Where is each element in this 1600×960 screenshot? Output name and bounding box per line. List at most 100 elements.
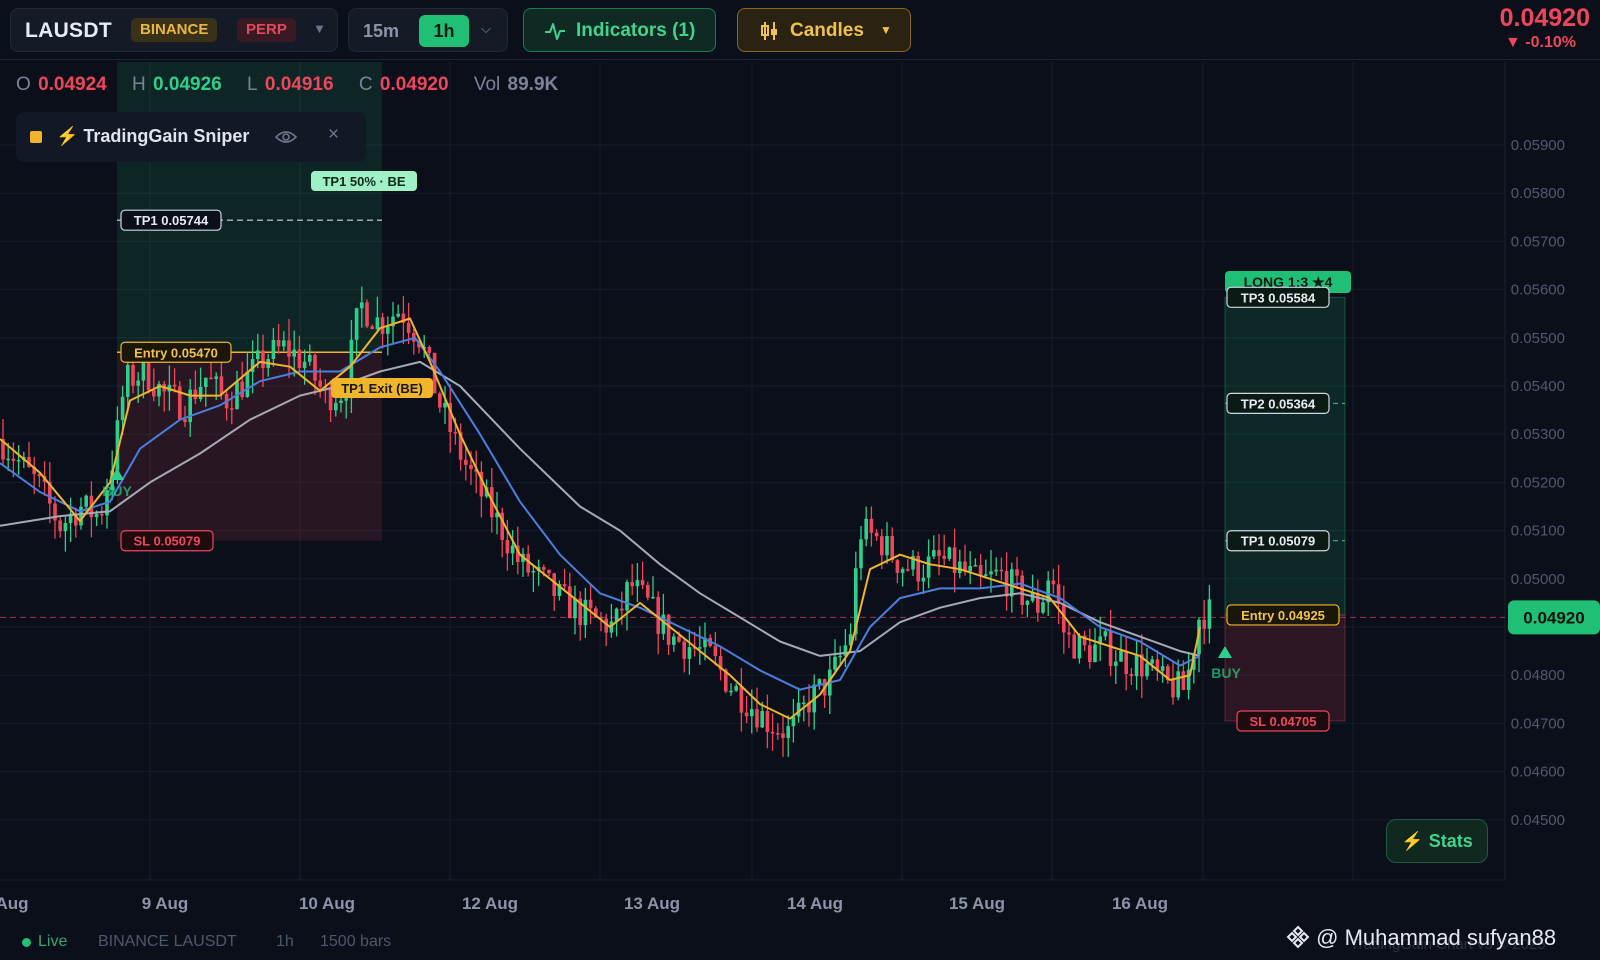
stats-button[interactable]: ⚡ Stats (1386, 819, 1488, 863)
candle-body (198, 386, 203, 400)
watermark: @ Muhammad sufyan88 (1286, 925, 1556, 951)
candle-body (583, 599, 588, 626)
candle-body (1176, 671, 1180, 698)
trade2-tp1-label-text: TP1 0.05079 (1241, 534, 1315, 549)
candle-body (63, 522, 68, 532)
candle-body (906, 569, 910, 571)
candle-body (282, 340, 286, 347)
trade1-entry-label-text: Entry 0.05470 (134, 345, 218, 360)
candle-body (999, 569, 1004, 572)
candle-body (744, 712, 749, 717)
open-value: 0.04924 (38, 74, 107, 95)
candle-body (1015, 569, 1019, 576)
candle-body (568, 586, 572, 619)
time-axis-tick: 16 Aug (1112, 894, 1168, 913)
candle-body (464, 459, 468, 465)
candle-body (1181, 671, 1186, 690)
candle-body (1171, 680, 1175, 698)
live-status-dot (22, 938, 31, 947)
candle-body (542, 566, 546, 570)
candle-body (1202, 619, 1206, 629)
candle-body (635, 580, 640, 587)
close-icon[interactable]: × (328, 124, 339, 146)
price-axis-tick: 0.05700 (1511, 233, 1565, 250)
candle-body (297, 349, 302, 368)
current-price-tag: 0.04920 (1508, 600, 1600, 635)
price-axis-tick: 0.04500 (1511, 812, 1565, 829)
trade2-tp2-label: TP2 0.05364 (1226, 392, 1330, 414)
candle-body (302, 361, 307, 368)
price-axis-tick: 0.05300 (1511, 426, 1565, 443)
candle-body (838, 655, 842, 658)
indicator-legend: ⚡ TradingGain Sniper × (16, 112, 366, 162)
candle-body (984, 574, 988, 576)
candle-body (334, 403, 338, 411)
candle-body (687, 647, 692, 659)
candle-body (443, 403, 447, 408)
candle-body (937, 550, 941, 556)
price-axis-tick: 0.05200 (1511, 474, 1565, 491)
candle-body (318, 380, 322, 387)
candle-body (339, 400, 343, 404)
time-axis-tick: 9 Aug (142, 894, 189, 913)
price-axis-tick: 0.05800 (1511, 185, 1565, 202)
candle-body (698, 647, 702, 649)
candle-body (802, 702, 806, 705)
candle-body (932, 550, 936, 557)
candle-body (978, 565, 983, 576)
candle-body (292, 349, 296, 357)
candle-body (146, 359, 151, 391)
candle-body (58, 520, 62, 532)
indicator-name: ⚡ TradingGain Sniper (56, 126, 250, 146)
candle-body (193, 389, 198, 400)
candle-body (245, 371, 250, 398)
candle-body (885, 536, 889, 556)
indicator-color-swatch (30, 131, 42, 143)
data-source: BINANCE LAUSDT (98, 933, 237, 950)
candle-body (6, 458, 10, 461)
candle-body (354, 308, 359, 340)
price-axis-tick: 0.04800 (1511, 667, 1565, 684)
candle-body (469, 464, 473, 470)
candle-body (271, 339, 276, 359)
price-axis-tick: 0.05900 (1511, 137, 1565, 154)
candle-body (308, 354, 312, 362)
candle-body (1041, 602, 1045, 613)
time-axis-tick: 15 Aug (949, 894, 1005, 913)
candle-body (895, 560, 900, 573)
candle-body (620, 608, 624, 611)
candle-body (531, 571, 536, 573)
trade1-sl-label: SL 0.05079 (120, 530, 214, 552)
candle-body (120, 396, 125, 421)
candle-body (11, 458, 16, 461)
current-price-tag-text: 0.04920 (1523, 608, 1584, 627)
candle-body (760, 711, 764, 728)
price-axis-tick: 0.05500 (1511, 330, 1565, 347)
candle-body (947, 547, 952, 559)
close-label: C (358, 74, 373, 95)
candle-body (750, 709, 754, 717)
candle-body (256, 350, 260, 360)
candle-body (427, 347, 432, 353)
eye-icon[interactable] (274, 129, 298, 150)
candle-body (209, 377, 213, 380)
candle-body (734, 686, 738, 691)
candle-body (874, 532, 879, 537)
candle-body (864, 518, 868, 540)
candle-body (989, 571, 993, 575)
candle-body (152, 390, 156, 397)
price-axis-tick: 0.05100 (1511, 523, 1565, 540)
candle-body (204, 377, 208, 387)
candle-body (625, 582, 629, 611)
candle-body (1010, 569, 1014, 597)
trade1-tp-label: TP1 0.05744 (120, 209, 222, 231)
candle-body (1124, 650, 1128, 675)
candle-body (1088, 645, 1092, 663)
trade1-exit-label-text: TP1 Exit (BE) (341, 381, 423, 396)
candle-body (1036, 592, 1040, 613)
candle-body (640, 580, 645, 586)
price-axis-tick: 0.05600 (1511, 282, 1565, 299)
candle-body (1051, 580, 1056, 585)
candle-body (890, 536, 894, 561)
trade2-loss-zone (1224, 614, 1346, 722)
